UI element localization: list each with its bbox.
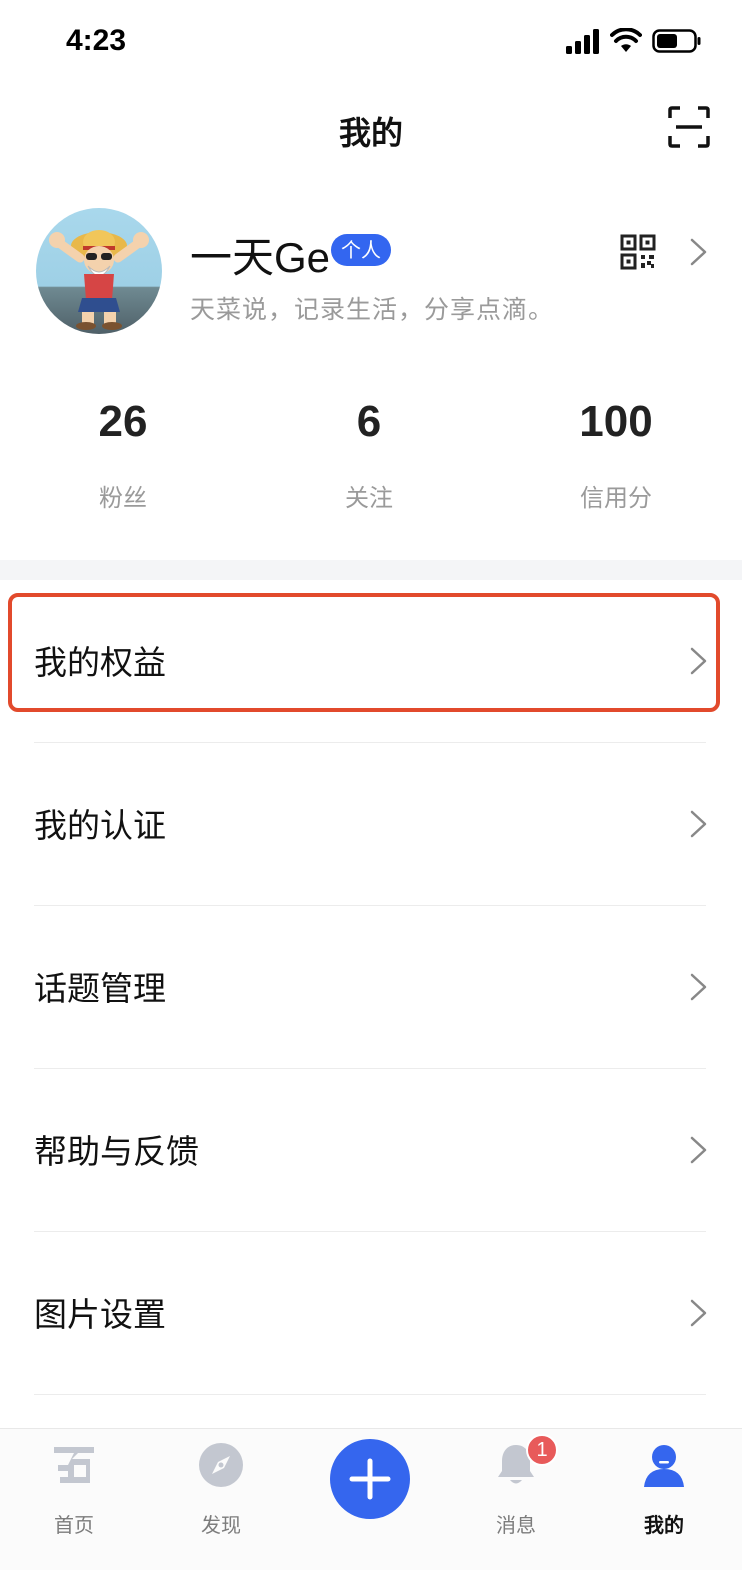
header: 我的: [0, 86, 742, 176]
username: 一天Ge: [190, 234, 331, 281]
stat-label: 关注: [345, 484, 393, 512]
stat-credit-score[interactable]: 100 信用分: [536, 390, 696, 513]
menu-item-topic-management[interactable]: 话题管理: [0, 906, 742, 1069]
profile-card[interactable]: 一天Ge 个人 天菜说，记录生活，分享点滴。: [0, 200, 742, 350]
add-post-button[interactable]: [330, 1439, 410, 1519]
compass-icon: [199, 1443, 243, 1487]
account-type-badge: 个人: [331, 234, 391, 266]
stat-value: 6: [356, 397, 382, 446]
stat-following[interactable]: 6 关注: [289, 390, 449, 513]
tab-label: 发现: [201, 1513, 241, 1537]
menu-separator: [34, 1394, 706, 1395]
chevron-right-icon: [690, 973, 707, 1001]
chevron-right-icon: [690, 647, 707, 675]
profile-icon: [644, 1445, 684, 1487]
page-title: 我的: [338, 114, 403, 152]
tab-mine[interactable]: 我的: [614, 1441, 714, 1541]
profile-chevron-right-icon[interactable]: [688, 238, 710, 266]
avatar[interactable]: [36, 208, 162, 334]
section-divider: [0, 560, 742, 580]
menu-item-my-benefits[interactable]: 我的权益: [0, 580, 742, 743]
stats-row: 26 粉丝 6 关注 100 信用分: [0, 390, 742, 530]
stat-followers[interactable]: 26 粉丝: [43, 390, 203, 513]
stat-label: 信用分: [580, 484, 652, 512]
chevron-right-icon: [690, 810, 707, 838]
stat-value: 100: [579, 397, 653, 446]
cellular-signal-icon: [566, 29, 599, 54]
menu-item-help-feedback[interactable]: 帮助与反馈: [0, 1069, 742, 1232]
menu-item-label: 我的权益: [34, 643, 166, 682]
menu-item-image-settings[interactable]: 图片设置: [0, 1232, 742, 1395]
plus-icon: [349, 1458, 391, 1500]
profile-bio: 天菜说，记录生活，分享点滴。: [190, 295, 555, 324]
tab-label: 消息: [496, 1513, 536, 1537]
home-icon: [54, 1447, 94, 1483]
chevron-right-icon: [690, 1136, 707, 1164]
menu-item-label: 话题管理: [34, 969, 166, 1008]
notification-badge: 1: [526, 1434, 558, 1466]
status-icons: [566, 28, 706, 58]
tab-label: 首页: [54, 1513, 94, 1537]
wifi-icon: [610, 28, 642, 52]
menu-item-label: 图片设置: [34, 1295, 166, 1334]
qr-code-icon[interactable]: [620, 234, 656, 270]
menu-item-my-verification[interactable]: 我的认证: [0, 743, 742, 906]
status-time: 4:23: [66, 24, 127, 57]
avatar-character-icon: [49, 230, 149, 330]
stat-label: 粉丝: [99, 484, 147, 512]
status-bar: 4:23: [0, 0, 742, 86]
scan-icon[interactable]: [668, 106, 710, 148]
tab-label: 我的: [644, 1513, 684, 1537]
stat-value: 26: [98, 397, 148, 446]
battery-icon: [652, 29, 701, 53]
menu-item-label: 我的认证: [34, 806, 166, 845]
tab-discover[interactable]: 发现: [171, 1441, 271, 1541]
tab-home[interactable]: 首页: [24, 1441, 124, 1541]
bottom-tab-bar: 首页 发现 消息 1 我的: [0, 1428, 742, 1570]
menu-item-label: 帮助与反馈: [34, 1132, 199, 1171]
chevron-right-icon: [690, 1299, 707, 1327]
